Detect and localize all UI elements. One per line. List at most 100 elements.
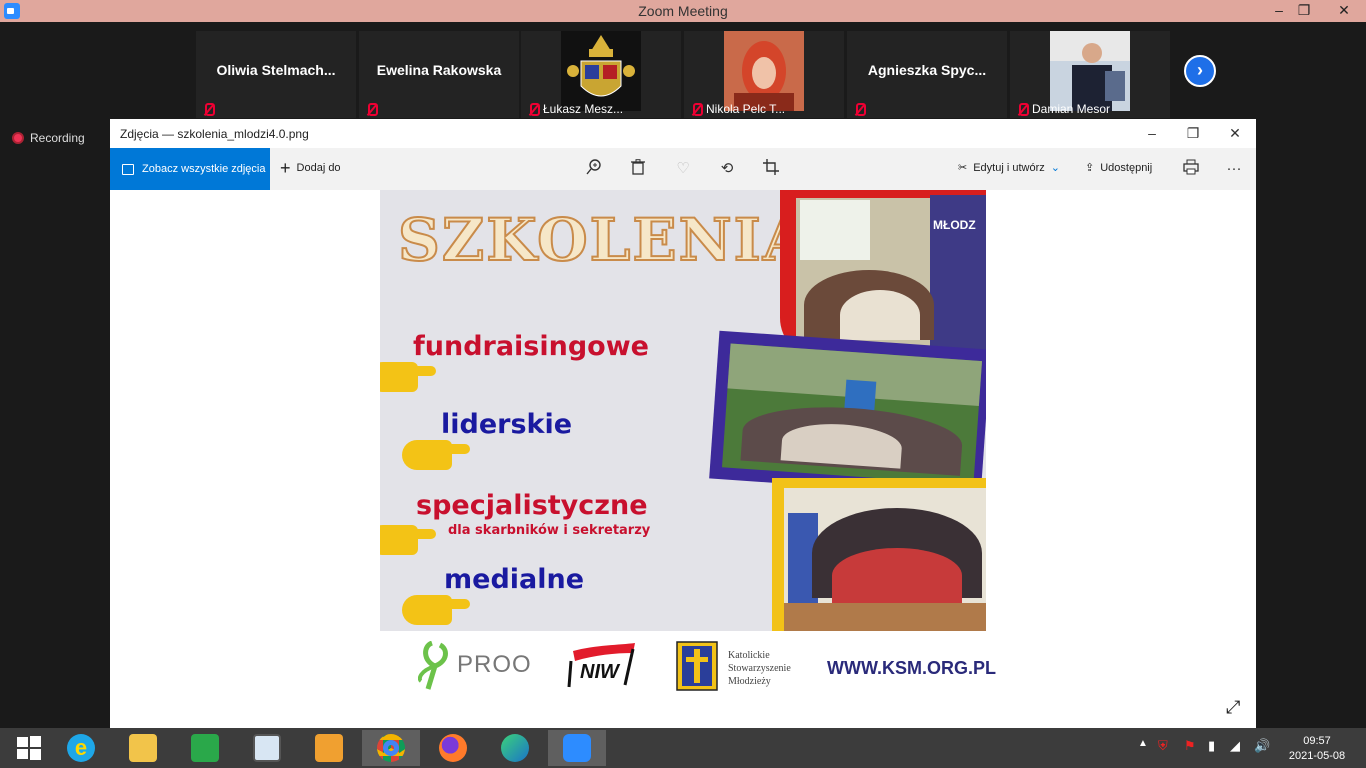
start-button[interactable] [0,730,58,766]
training-item: liderskie [441,409,573,440]
ksm-logo-icon [676,641,718,691]
muted-mic-icon [527,102,540,116]
share-button[interactable]: ⇪ Udostępnij [1085,161,1153,175]
clock-date: 2021-05-08 [1288,750,1346,762]
image-icon [122,163,134,175]
network-tray-icon[interactable]: ◢ [1230,738,1240,754]
rotate-icon[interactable]: ⟲ [717,159,737,179]
participant-video-coat-of-arms [561,31,641,111]
share-icon: ⇪ [1085,162,1095,174]
ksm-logo-line: Młodzieży [728,676,771,687]
taskbar-firefox[interactable] [424,730,482,766]
taskbar-internet-explorer[interactable]: e [52,730,110,766]
lenovo-monitor-icon [253,734,281,762]
edit-scissors-icon: ✂ [958,162,968,174]
ksm-logo-text: Katolickie Stowarzyszenie Młodzieży [728,649,791,688]
taskbar-chrome[interactable] [362,730,420,766]
training-photo-3 [772,478,986,631]
photos-title-bar: Zdjęcia — szkolenia_mlodzi4.0.png ‒ ❐ ✕ [110,119,1256,148]
participant-name: Nikola Pelc T... [706,102,786,116]
training-item: specjalistyczne [416,490,648,521]
participant-name: Oliwia Stelmach... [216,62,336,78]
chrome-icon [377,734,405,762]
ksm-logo-line: Stowarzyszenie [728,663,791,674]
fullscreen-expand-icon[interactable]: ⤢ [1226,697,1240,718]
participant-name: Ewelina Rakowska [376,62,502,78]
taskbar-media-player[interactable] [300,730,358,766]
taskbar-zoom[interactable] [548,730,606,766]
more-options-button[interactable]: ··· [1224,159,1244,179]
antivirus-tray-icon[interactable]: ⛨ [1158,738,1168,754]
chevron-down-icon: ⌄ [1050,162,1060,174]
delete-icon[interactable] [628,159,648,179]
see-all-label: Zobacz wszystkie zdjęcia [142,163,266,175]
pointing-hand-icon [402,440,470,470]
training-item-subtitle: dla skarbników i sekretarzy [448,523,651,538]
taskbar-lenovo[interactable] [238,730,296,766]
close-button[interactable]: ✕ [1326,0,1362,22]
print-icon[interactable] [1181,159,1201,179]
photos-window-title: Zdjęcia — szkolenia_mlodzi4.0.png [120,127,309,141]
training-photo-2 [709,330,986,498]
edge-icon [501,734,529,762]
crop-icon[interactable] [761,159,781,179]
add-to-label: Dodaj do [296,162,341,174]
minimize-button[interactable]: ‒ [1137,125,1167,141]
show-hidden-icons-chevron[interactable]: ▲ [1138,738,1148,749]
internet-explorer-icon: e [67,734,95,762]
system-clock[interactable]: 09:57 2021-05-08 [1286,734,1348,764]
next-page-button[interactable]: › [1184,55,1216,87]
participant-tile[interactable]: Ewelina Rakowska [359,31,519,118]
media-player-icon [315,734,343,762]
niw-logo-text: NIW [580,661,619,683]
participant-video [724,31,804,111]
taskbar-file-explorer[interactable] [114,730,172,766]
close-button[interactable]: ✕ [1220,125,1250,142]
muted-mic-icon [853,103,866,116]
flag-tray-icon[interactable]: ⚑ [1184,738,1196,754]
zoom-window-title: Zoom Meeting [638,3,728,19]
muted-mic-icon [202,103,215,116]
battery-tray-icon[interactable]: ▮ [1208,738,1215,754]
favorite-heart-icon[interactable]: ♡ [673,159,693,179]
zoom-title-bar: Zoom Meeting ‒ ❐ ✕ [0,0,1366,22]
training-poster-image: SZKOLENIA fundraisingowe liderskie specj… [380,190,986,631]
ksm-logo-line: Katolickie [728,650,770,661]
volume-tray-icon[interactable]: 🔊 [1254,738,1270,754]
plus-icon: + [280,158,291,178]
windows-logo-icon [17,736,41,760]
muted-mic-icon [365,103,378,116]
taskbar-store[interactable] [176,730,234,766]
participant-tile[interactable]: Łukasz Mesz... [521,31,681,118]
edit-create-button[interactable]: ✂ Edytuj i utwórz ⌄ [958,161,1060,175]
add-to-button[interactable]: + Dodaj do [280,158,341,178]
store-icon [191,734,219,762]
ksm-website-text: WWW.KSM.ORG.PL [827,658,996,678]
folder-icon [129,734,157,762]
participant-tile[interactable]: Oliwia Stelmach... [196,31,356,118]
proo-logo-text: PROO [457,651,532,678]
participant-name: Damian Mesor [1032,102,1111,116]
sponsor-logos: PROO NIW Katolickie Stowarzyszenie Młodz… [380,631,996,728]
share-label: Udostępnij [1100,161,1153,174]
pointing-hand-icon [402,595,470,625]
windows-taskbar: e ▲ ⛨ ⚑ ▮ ◢ 🔊 09:57 2021-05-08 [0,728,1366,768]
see-all-photos-button[interactable]: Zobacz wszystkie zdjęcia [110,148,270,190]
maximize-button[interactable]: ❐ [1178,125,1208,142]
restore-button[interactable]: ❐ [1289,0,1319,22]
zoom-icon[interactable] [584,159,604,179]
participant-name: Agnieszka Spyc... [867,62,987,78]
recording-dot-icon [12,132,24,144]
recording-label: Recording [30,131,85,145]
participant-tile[interactable]: Nikola Pelc T... [684,31,844,118]
training-photo-1: MŁODZ [780,190,986,358]
pointing-hand-icon [380,362,436,392]
zoom-icon [563,734,591,762]
taskbar-edge[interactable] [486,730,544,766]
banner-text: MŁODZ [933,218,976,232]
participant-tile[interactable]: Damian Mesor [1010,31,1170,118]
pointing-hand-icon [380,525,436,555]
participant-tile[interactable]: Agnieszka Spyc... [847,31,1007,118]
participant-video [1050,31,1130,111]
edit-create-label: Edytuj i utwórz [973,161,1045,174]
